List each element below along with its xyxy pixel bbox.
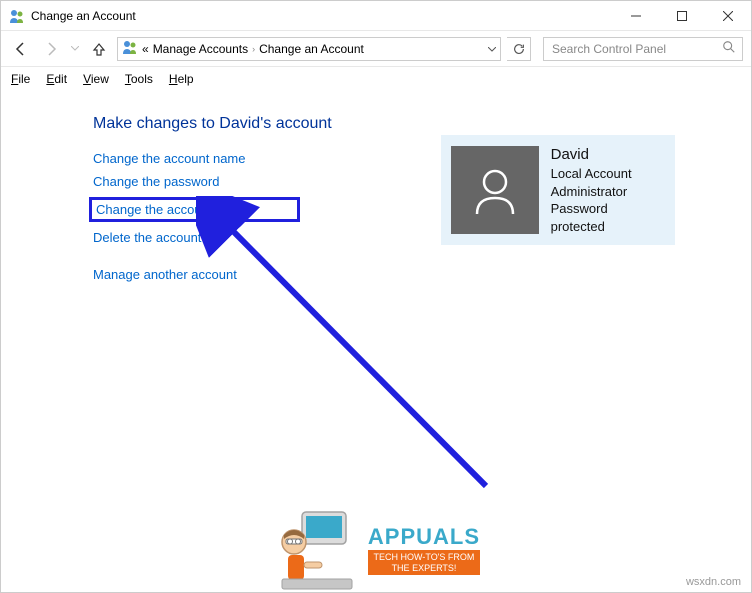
up-button[interactable] (87, 37, 111, 61)
page-heading: Make changes to David's account (93, 115, 751, 133)
search-input[interactable] (550, 41, 710, 57)
brand-tagline-2: THE EXPERTS! (374, 563, 475, 574)
menu-help[interactable]: Help (169, 72, 194, 86)
window-title: Change an Account (31, 9, 136, 23)
footer-site: wsxdn.com (686, 576, 741, 588)
search-icon[interactable] (722, 40, 736, 57)
user-card: David Local Account Administrator Passwo… (441, 135, 675, 245)
change-type-link[interactable]: Change the account type (89, 197, 300, 222)
refresh-button[interactable] (507, 37, 531, 61)
brand-name: APPUALS (368, 524, 480, 550)
change-password-link[interactable]: Change the password (93, 174, 219, 189)
user-type: Local Account (551, 165, 665, 183)
chevron-right-icon: › (252, 44, 255, 54)
menu-tools[interactable]: Tools (125, 72, 153, 86)
breadcrumb-prefix: « (142, 42, 149, 56)
navigation-bar: « Manage Accounts › Change an Account (1, 31, 751, 67)
breadcrumb-item[interactable]: Manage Accounts (153, 42, 248, 56)
delete-account-link[interactable]: Delete the account (93, 230, 201, 245)
user-avatar-icon (451, 146, 539, 234)
manage-another-link[interactable]: Manage another account (93, 267, 237, 282)
menu-edit[interactable]: Edit (46, 72, 67, 86)
address-dropdown-icon[interactable] (488, 44, 496, 54)
watermark: APPUALS TECH HOW-TO'S FROM THE EXPERTS! (236, 502, 516, 592)
back-button[interactable] (9, 37, 33, 61)
forward-button[interactable] (39, 37, 63, 61)
address-bar[interactable]: « Manage Accounts › Change an Account (117, 37, 501, 61)
users-app-icon (9, 8, 25, 24)
minimize-button[interactable] (613, 1, 659, 31)
history-dropdown-icon[interactable] (69, 37, 81, 61)
menu-view[interactable]: View (83, 72, 109, 86)
menu-bar: File Edit View Tools Help (1, 67, 751, 91)
user-name: David (551, 145, 665, 165)
user-role: Administrator (551, 183, 665, 201)
brand-tagline-1: TECH HOW-TO'S FROM (374, 552, 475, 563)
user-protection: Password protected (551, 200, 665, 235)
menu-file[interactable]: File (11, 72, 30, 86)
title-bar: Change an Account (1, 1, 751, 31)
appuals-mascot-icon (272, 507, 362, 592)
breadcrumb-item[interactable]: Change an Account (259, 42, 364, 56)
close-button[interactable] (705, 1, 751, 31)
maximize-button[interactable] (659, 1, 705, 31)
users-path-icon (122, 39, 138, 58)
change-name-link[interactable]: Change the account name (93, 151, 246, 166)
search-box[interactable] (543, 37, 743, 61)
content-area: Make changes to David's account Change t… (1, 91, 751, 282)
